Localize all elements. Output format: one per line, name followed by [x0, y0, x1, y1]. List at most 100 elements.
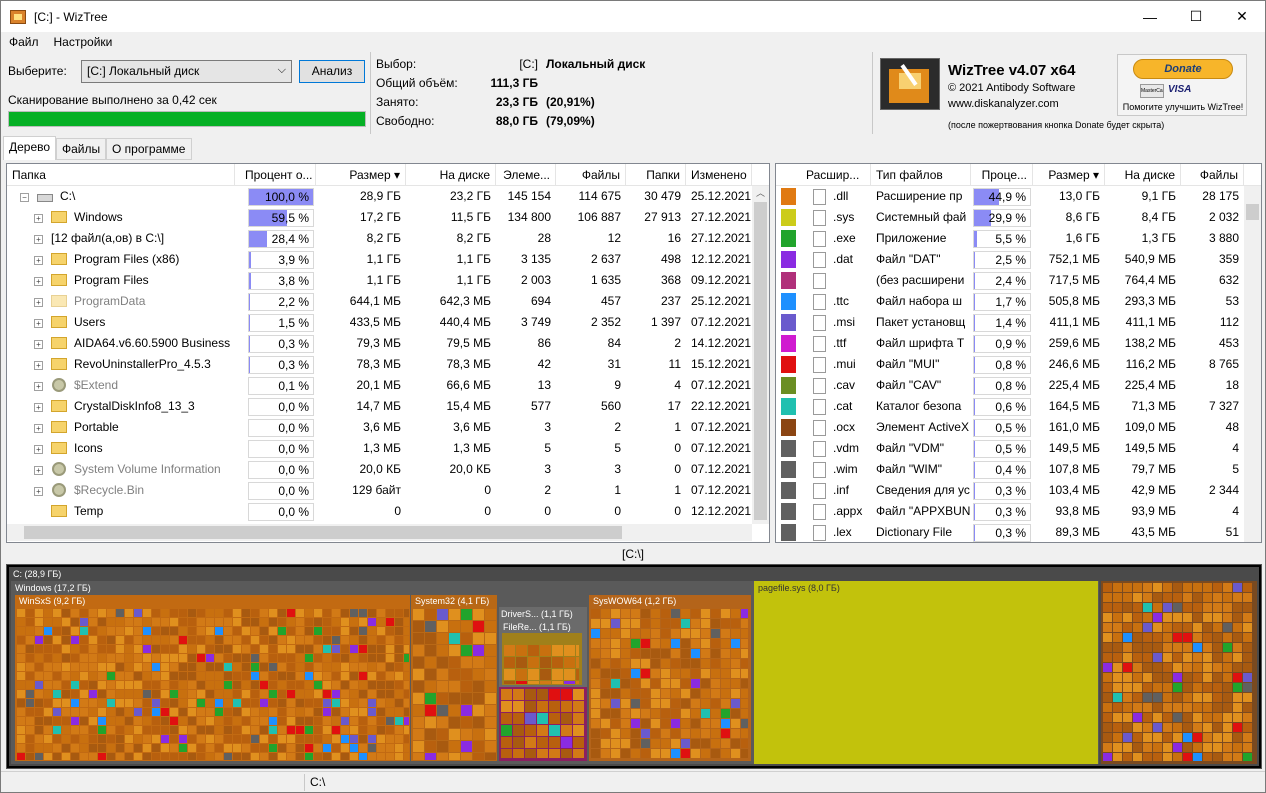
treemap-tile[interactable]: [473, 609, 484, 620]
treemap-tile[interactable]: [116, 681, 124, 689]
treemap-tile[interactable]: [1143, 703, 1152, 712]
treemap-tile[interactable]: [26, 735, 34, 743]
treemap-tile[interactable]: [1103, 723, 1112, 732]
treemap-tile[interactable]: [449, 669, 460, 680]
treemap-tile[interactable]: [17, 699, 25, 707]
treemap-tile[interactable]: [53, 753, 61, 760]
treemap-tile[interactable]: [143, 681, 151, 689]
treemap-tile[interactable]: [437, 717, 448, 728]
treemap-tile[interactable]: [80, 618, 88, 626]
treemap-tile[interactable]: [62, 735, 70, 743]
treemap-tile[interactable]: [170, 744, 178, 752]
treemap-tile[interactable]: [89, 699, 97, 707]
treemap-tile[interactable]: [35, 636, 43, 644]
treemap-tile[interactable]: [206, 744, 214, 752]
treemap-tile[interactable]: [224, 663, 232, 671]
treemap-tile[interactable]: [1213, 743, 1222, 752]
treemap-tile[interactable]: [691, 699, 700, 708]
treemap-tile[interactable]: [641, 629, 650, 638]
treemap-tile[interactable]: [179, 717, 187, 725]
treemap-tile[interactable]: [80, 672, 88, 680]
treemap-tile[interactable]: [701, 709, 710, 718]
treemap-tile[interactable]: [224, 618, 232, 626]
treemap-tile[interactable]: [404, 654, 409, 662]
treemap-tile[interactable]: [188, 726, 196, 734]
treemap-tile[interactable]: [1213, 623, 1222, 632]
treemap-tile[interactable]: [1113, 743, 1122, 752]
treemap-tile[interactable]: [1153, 743, 1162, 752]
treemap-tile[interactable]: [661, 739, 670, 748]
treemap-tile[interactable]: [1103, 603, 1112, 612]
treemap-tile[interactable]: [437, 693, 448, 704]
treemap-tile[interactable]: [179, 672, 187, 680]
tree-row[interactable]: + Portable 0,0 % 3,6 МБ 3,6 МБ 3 2 1 07.12.2021: [7, 417, 769, 438]
treemap-tile[interactable]: [188, 681, 196, 689]
filetype-row[interactable]: .ocx Элемент ActiveX 0,5 % 161,0 МБ 109,0 МБ…: [776, 417, 1261, 438]
treemap-tile[interactable]: [701, 729, 710, 738]
treemap-tile[interactable]: [1133, 653, 1142, 662]
treemap-tile[interactable]: [1233, 703, 1242, 712]
treemap-tile[interactable]: [516, 657, 527, 668]
treemap-tile[interactable]: [1223, 593, 1232, 602]
treemap-tile[interactable]: [53, 636, 61, 644]
treemap-tile[interactable]: [1183, 583, 1192, 592]
treemap-tile[interactable]: [89, 753, 97, 760]
treemap-tile[interactable]: [449, 741, 460, 752]
treemap-tile[interactable]: [206, 654, 214, 662]
treemap-tile[interactable]: [425, 633, 436, 644]
treemap-tile[interactable]: [134, 735, 142, 743]
treemap-tile[interactable]: [341, 654, 349, 662]
treemap-tile[interactable]: [1233, 683, 1242, 692]
treemap-tile[interactable]: [631, 709, 640, 718]
treemap-tile[interactable]: [386, 663, 394, 671]
treemap-tile[interactable]: [573, 701, 584, 712]
treemap-tile[interactable]: [161, 645, 169, 653]
treemap-tile[interactable]: [1203, 733, 1212, 742]
treemap-tile[interactable]: [1193, 593, 1202, 602]
filetype-row[interactable]: .dll Расширение пр 44,9 % 13,0 ГБ 9,1 ГБ 28 1…: [776, 186, 1261, 207]
treemap-tile[interactable]: [631, 749, 640, 758]
treemap-tile[interactable]: [425, 729, 436, 740]
treemap-tile[interactable]: [125, 681, 133, 689]
treemap-tile[interactable]: [224, 681, 232, 689]
treemap-tile[interactable]: [1103, 743, 1112, 752]
treemap-tile[interactable]: [287, 672, 295, 680]
treemap-tile[interactable]: [1183, 623, 1192, 632]
treemap-tile[interactable]: [242, 609, 250, 617]
treemap-tile[interactable]: [1233, 583, 1242, 592]
treemap-tile[interactable]: [621, 619, 630, 628]
treemap-tile[interactable]: [1153, 723, 1162, 732]
treemap-tile[interactable]: [278, 735, 286, 743]
treemap-tile[interactable]: [161, 699, 169, 707]
treemap-tile[interactable]: [233, 717, 241, 725]
treemap-tile[interactable]: [80, 726, 88, 734]
treemap-tile[interactable]: [332, 654, 340, 662]
treemap-tile[interactable]: [691, 689, 700, 698]
treemap-tile[interactable]: [359, 717, 367, 725]
treemap-tile[interactable]: [377, 636, 385, 644]
treemap-tile[interactable]: [143, 690, 151, 698]
treemap-tile[interactable]: [1133, 733, 1142, 742]
tree-horizontal-scrollbar[interactable]: [7, 524, 752, 541]
treemap-tile[interactable]: [314, 663, 322, 671]
treemap-tile[interactable]: [359, 735, 367, 743]
treemap-tile[interactable]: [561, 749, 572, 758]
treemap-tile[interactable]: [26, 726, 34, 734]
treemap-tile[interactable]: [1243, 673, 1252, 682]
treemap-tile[interactable]: [661, 709, 670, 718]
treemap-tile[interactable]: [564, 657, 575, 668]
treemap-tile[interactable]: [215, 708, 223, 716]
treemap-tile[interactable]: [501, 713, 512, 724]
treemap-tile[interactable]: [1223, 613, 1232, 622]
treemap-tile[interactable]: [143, 744, 151, 752]
treemap-tile[interactable]: [161, 735, 169, 743]
treemap-tile[interactable]: [721, 619, 730, 628]
treemap-tile[interactable]: [1193, 653, 1202, 662]
treemap-tile[interactable]: [1223, 753, 1232, 761]
treemap-tile[interactable]: [516, 645, 527, 656]
treemap-tile[interactable]: [641, 689, 650, 698]
treemap-tile[interactable]: [611, 619, 620, 628]
treemap-tile[interactable]: [1233, 603, 1242, 612]
treemap-tile[interactable]: [350, 726, 358, 734]
treemap-tile[interactable]: [53, 735, 61, 743]
